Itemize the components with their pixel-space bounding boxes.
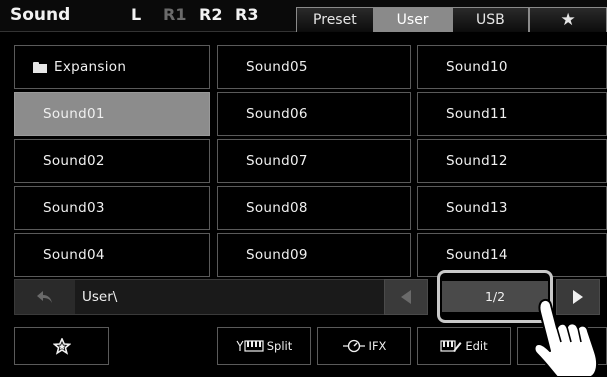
- pointing-hand-icon: [533, 298, 599, 377]
- list-item-label: Sound11: [446, 106, 508, 122]
- sound-item[interactable]: Sound13: [417, 186, 607, 230]
- list-item-label: Sound08: [246, 200, 308, 216]
- part-l-toggle[interactable]: L: [131, 5, 141, 24]
- sound-item[interactable]: Sound05: [217, 45, 411, 89]
- star-outline-icon: [52, 337, 71, 355]
- folder-expansion[interactable]: Expansion: [14, 45, 210, 89]
- sound-item[interactable]: Sound08: [217, 186, 411, 230]
- edit-button[interactable]: Edit: [417, 327, 511, 365]
- sound-item[interactable]: Sound03: [14, 186, 210, 230]
- tab-favorites[interactable]: ★: [529, 7, 607, 32]
- edit-label: Edit: [465, 339, 488, 353]
- tab-preset[interactable]: Preset: [296, 7, 374, 32]
- part-r1-toggle[interactable]: R1: [163, 5, 186, 24]
- tab-user[interactable]: User: [373, 7, 452, 32]
- split-button[interactable]: Split: [217, 327, 311, 365]
- favorite-button[interactable]: [14, 327, 109, 365]
- list-item-label: Sound07: [246, 153, 308, 169]
- list-item-label: Sound10: [446, 59, 508, 75]
- star-icon: ★: [560, 10, 576, 30]
- ifx-label: IFX: [368, 339, 387, 353]
- keyboard-edit-icon: [440, 340, 462, 352]
- list-item-label: Sound03: [43, 200, 105, 216]
- list-item-label: Sound05: [246, 59, 308, 75]
- back-arrow-icon: [37, 291, 52, 303]
- list-item-label: Sound01: [43, 106, 105, 122]
- keyboard-split-icon: [236, 340, 264, 352]
- path-label: User\: [82, 289, 118, 305]
- part-r2-toggle[interactable]: R2: [199, 5, 222, 24]
- path-bar: User\: [14, 279, 392, 315]
- tab-usb[interactable]: USB: [451, 7, 530, 32]
- ifx-button[interactable]: IFX: [317, 327, 411, 365]
- sound-item[interactable]: Sound10: [417, 45, 607, 89]
- list-item-label: Sound02: [43, 153, 105, 169]
- arrow-left-icon: [401, 290, 411, 304]
- back-button[interactable]: [15, 280, 75, 314]
- list-item-label: Sound14: [446, 247, 508, 263]
- effects-knob-icon: [342, 339, 365, 353]
- sound-item[interactable]: Sound09: [217, 233, 411, 277]
- folder-icon: [33, 61, 47, 73]
- prev-page-button[interactable]: [384, 279, 428, 315]
- sound-item[interactable]: Sound02: [14, 139, 210, 183]
- sound-item[interactable]: Sound11: [417, 92, 607, 136]
- sound-item[interactable]: Sound04: [14, 233, 210, 277]
- part-r3-toggle[interactable]: R3: [235, 5, 258, 24]
- list-item-label: Sound09: [246, 247, 308, 263]
- page-title: Sound: [10, 5, 71, 25]
- tab-bar: Preset User USB ★: [296, 7, 607, 32]
- list-item-label: Sound12: [446, 153, 508, 169]
- split-label: Split: [266, 339, 293, 353]
- list-item-label: Sound13: [446, 200, 508, 216]
- sound-item[interactable]: Sound12: [417, 139, 607, 183]
- header-bar: Sound L R1 R2 R3 Preset User USB ★: [0, 0, 607, 32]
- list-item-label: Sound06: [246, 106, 308, 122]
- list-item-label: Expansion: [54, 59, 127, 75]
- sound-item[interactable]: Sound07: [217, 139, 411, 183]
- sound-item[interactable]: Sound06: [217, 92, 411, 136]
- sound-item-selected[interactable]: Sound01: [14, 92, 210, 136]
- list-item-label: Sound04: [43, 247, 105, 263]
